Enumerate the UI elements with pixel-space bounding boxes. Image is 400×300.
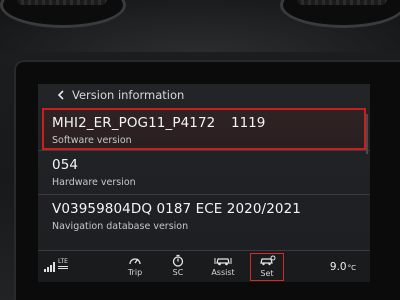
software-version-build: 1119: [231, 115, 266, 131]
air-vent-left: [0, 0, 126, 28]
screen-header: Version information: [38, 84, 370, 106]
navigation-database-label: Navigation database version: [52, 221, 189, 232]
car-dashboard: Version information MHI2_ER_POG11_P4172 …: [0, 0, 400, 300]
software-version-label: Software version: [52, 135, 132, 146]
set-button[interactable]: Set: [250, 253, 284, 281]
infotainment-screen: Version information MHI2_ER_POG11_P4172 …: [38, 84, 370, 282]
air-vent-right: [280, 0, 400, 28]
assist-button[interactable]: Assist: [206, 253, 240, 281]
sc-button[interactable]: SC: [161, 253, 195, 281]
list-item-navigation-database[interactable]: V03959804DQ 0187 ECE 2020/2021 Navigatio…: [38, 194, 370, 238]
scrollbar[interactable]: [366, 114, 368, 154]
list-item-software-version[interactable]: MHI2_ER_POG11_P4172 1119 Software versio…: [42, 108, 366, 150]
navigation-database-value: V03959804DQ 0187 ECE 2020/2021: [52, 201, 301, 217]
trip-label: Trip: [127, 268, 143, 277]
page-title: Version information: [72, 88, 185, 102]
back-button[interactable]: [50, 84, 72, 106]
network-status: LTE: [44, 257, 72, 277]
trip-gauge-icon: [129, 257, 141, 264]
dashboard-top: [0, 0, 400, 52]
hardware-version-label: Hardware version: [52, 177, 136, 188]
network-type-underline: [58, 266, 68, 270]
hardware-version-value: 054: [52, 157, 79, 173]
stopwatch-icon: [172, 254, 184, 267]
sc-label: SC: [172, 268, 184, 277]
temperature-value: 9.0: [329, 261, 347, 273]
temperature-unit: °C: [347, 264, 356, 272]
bottom-toolbar: LTE Trip SC Assist Set 9.0°C: [38, 250, 370, 282]
software-version-value: MHI2_ER_POG11_P4172: [52, 115, 216, 131]
assist-label: Assist: [211, 268, 235, 277]
settings-car-icon: [260, 255, 276, 265]
list-item-hardware-version[interactable]: 054 Hardware version: [38, 150, 370, 194]
version-list: MHI2_ER_POG11_P4172 1119 Software versio…: [38, 108, 370, 238]
set-label: Set: [260, 269, 274, 278]
chevron-left-icon: [57, 90, 64, 100]
trip-button[interactable]: Trip: [118, 253, 152, 281]
outside-temperature: 9.0°C: [330, 261, 356, 273]
signal-bars-icon: [44, 262, 55, 272]
car-assist-icon: [214, 257, 232, 265]
network-type: LTE: [58, 258, 68, 265]
